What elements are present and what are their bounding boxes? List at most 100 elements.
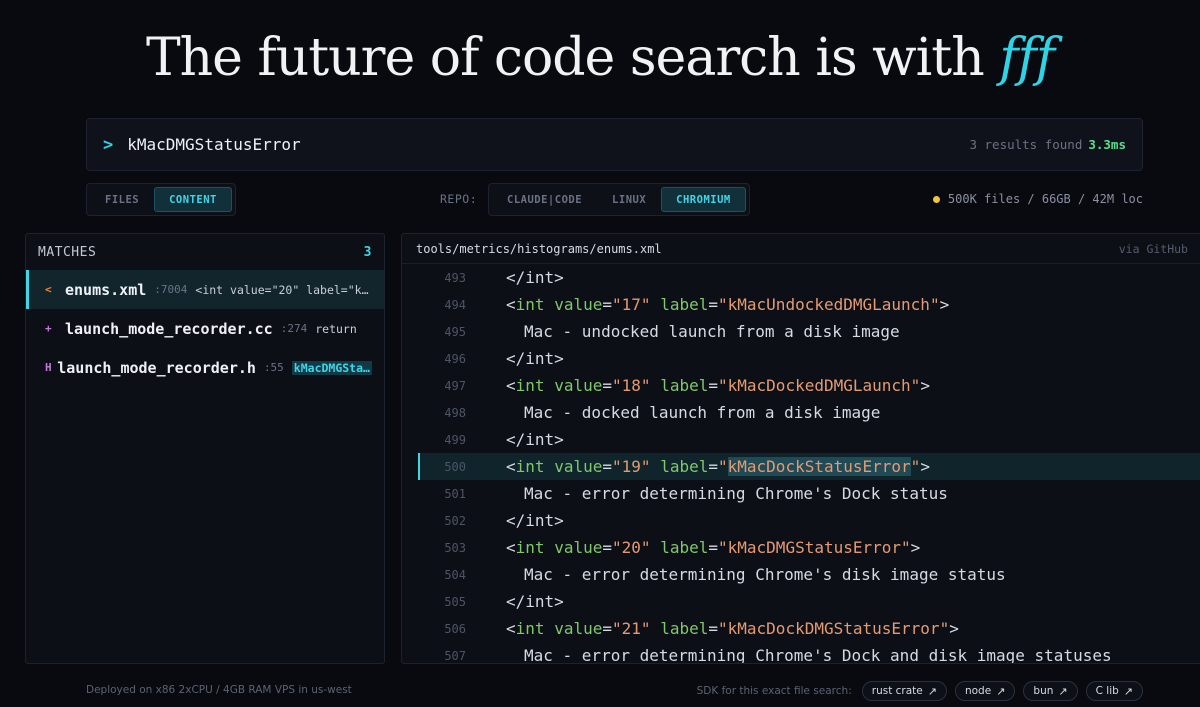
repo-label: REPO: (440, 192, 478, 206)
code-text: <int value="21" label="kMacDockDMGStatus… (466, 619, 959, 638)
code-text: <int value="18" label="kMacDockedDMGLaun… (466, 376, 930, 395)
file-type-icon: < (45, 283, 52, 296)
match-line-number: :55 (263, 361, 284, 374)
line-number: 499 (444, 432, 466, 447)
hero-title-accent: fff (999, 28, 1055, 88)
code-text: Mac - error determining Chrome's Dock st… (524, 484, 948, 503)
code-text: </int> (506, 268, 564, 287)
attr-name: value (554, 538, 603, 557)
match-line-number: :7004 (154, 283, 188, 296)
repo-option-claudecode[interactable]: CLAUDE|CODE (492, 187, 597, 212)
matches-header: MATCHES 3 (26, 234, 384, 270)
quote: " (718, 619, 728, 638)
code-lines: 493 </int> 494 <int value="17" label="kMacU… (402, 264, 1200, 663)
attr-name: value (554, 619, 603, 638)
tag-bracket: < (506, 376, 516, 395)
quote: " (640, 619, 651, 638)
line-number: 506 (444, 621, 466, 636)
line-number: 498 (444, 405, 466, 420)
tag-name: int (515, 538, 545, 557)
tag-name: int (515, 619, 545, 638)
tag-bracket: < (506, 457, 516, 476)
quote: " (640, 376, 651, 395)
repo-toggle: CLAUDE|CODE LINUX CHROMIUM (488, 183, 750, 216)
sdk-link-rust-crate[interactable]: rust crate ↗ (861, 681, 947, 701)
prompt-icon: > (103, 134, 114, 155)
match-item[interactable]: < enums.xml:7004 <int value="20" label="kM… (26, 270, 384, 309)
attr-name: value (554, 376, 603, 395)
tag-bracket: > (939, 295, 950, 314)
quote: " (910, 457, 921, 476)
attr-label: kMacDockedDMGLaunch (727, 376, 911, 395)
tag-name: int (515, 457, 545, 476)
arrow-up-right-icon: ↗ (1058, 684, 1068, 698)
code-text: Mac - docked launch from a disk image (524, 403, 881, 422)
code-text: <int value="20" label="kMacDMGStatusErro… (466, 538, 920, 557)
attr-name: label (660, 538, 709, 557)
quote: " (910, 376, 921, 395)
hero-title-text: The future of code search is with (146, 28, 1000, 88)
quote: " (929, 295, 940, 314)
line-number: 494 (444, 297, 466, 312)
search-bar[interactable]: > 3 results found 3.3ms (86, 118, 1143, 171)
quote: " (612, 457, 622, 476)
match-file-name: launch_mode_recorder.h (57, 358, 256, 377)
attr-label: kMacUndockedDMGLaunch (727, 295, 930, 314)
source-link[interactable]: via GitHub (1119, 242, 1188, 256)
quote: " (939, 619, 950, 638)
code-line: 500 <int value="19" label="kMacDockStatus… (418, 453, 1200, 480)
tag-bracket: > (920, 457, 930, 476)
sdk-link-label: node (964, 685, 992, 697)
attr-value: 20 (621, 538, 641, 557)
quote: " (612, 376, 622, 395)
file-path: tools/metrics/histograms/enums.xml (416, 241, 662, 256)
match-line-number: :274 (280, 322, 308, 335)
sdk-link-node[interactable]: node ↗ (954, 681, 1016, 701)
line-number: 496 (444, 351, 466, 366)
match-item[interactable]: Hlaunch_mode_recorder.h:55 kMacDMGStatusE… (26, 348, 384, 387)
attr-label: kMacDockStatusError (727, 457, 911, 476)
repo-option-linux[interactable]: LINUX (597, 187, 661, 212)
match-item[interactable]: + launch_mode_recorder.cc:274 return (26, 309, 384, 348)
sdk-link-label: bun (1033, 685, 1054, 697)
code-text: </int> (506, 511, 564, 530)
equals: = (602, 295, 612, 314)
code-line: 502 </int> (418, 507, 1200, 534)
equals: = (602, 376, 612, 395)
status-dot-icon (932, 195, 940, 203)
tag-bracket: < (506, 619, 516, 638)
code-line: 498 Mac - docked launch from a disk image (418, 399, 1200, 426)
sdk-link-c-lib[interactable]: C lib ↗ (1085, 681, 1143, 701)
match-file-name: launch_mode_recorder.cc (65, 319, 273, 338)
attr-value: 17 (621, 295, 641, 314)
code-line: 495 Mac - undocked launch from a disk ima… (418, 318, 1200, 345)
quote: " (901, 538, 911, 557)
attr-name: value (554, 295, 603, 314)
sdk-link-label: C lib (1095, 685, 1119, 697)
line-number: 505 (444, 594, 466, 609)
sdk-link-bun[interactable]: bun ↗ (1023, 681, 1078, 701)
equals: = (708, 295, 718, 314)
search-input[interactable] (127, 135, 970, 154)
hero-title: The future of code search is with fff (0, 28, 1200, 88)
deploy-info: Deployed on x86 2xCPU / 4GB RAM VPS in u… (86, 684, 352, 696)
scope-toggle: FILES CONTENT (86, 183, 236, 216)
line-number: 493 (444, 270, 466, 285)
sdk-links: SDK for this exact file search: rust cra… (697, 681, 1143, 701)
tab-files[interactable]: FILES (90, 187, 154, 212)
code-line: 506 <int value="21" label="kMacDockDMGSta… (418, 615, 1200, 642)
tab-content[interactable]: CONTENT (154, 187, 232, 212)
file-type-icon: H (45, 361, 52, 374)
arrow-up-right-icon: ↗ (1123, 684, 1133, 698)
tag-bracket: > (910, 538, 921, 557)
code-line: 507 Mac - error determining Chrome's Dock… (418, 642, 1200, 663)
code-line: 494 <int value="17" label="kMacUndockedDM… (418, 291, 1200, 318)
file-type-icon: + (45, 322, 52, 335)
repo-option-chromium[interactable]: CHROMIUM (661, 187, 746, 212)
quote: " (718, 295, 728, 314)
